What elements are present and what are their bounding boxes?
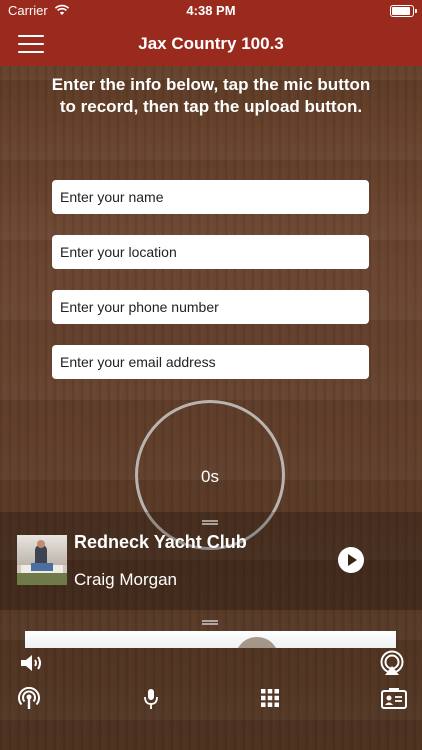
play-icon[interactable] bbox=[338, 547, 364, 573]
airplay-icon[interactable] bbox=[379, 650, 405, 676]
battery-icon bbox=[390, 5, 417, 17]
grid-icon[interactable] bbox=[261, 689, 279, 707]
page-title: Jax Country 100.3 bbox=[138, 34, 284, 53]
location-field[interactable] bbox=[52, 235, 369, 269]
instructions-text: Enter the info below, tap the mic button… bbox=[51, 75, 371, 116]
drag-handle-icon[interactable] bbox=[202, 520, 218, 525]
tray-drag-handle-icon[interactable] bbox=[202, 620, 218, 625]
tray-banner-image[interactable] bbox=[25, 631, 396, 648]
clock: 4:38 PM bbox=[186, 3, 236, 18]
volume-icon[interactable] bbox=[19, 652, 45, 674]
email-field[interactable] bbox=[52, 345, 369, 379]
track-artist: Craig Morgan bbox=[74, 570, 177, 589]
status-bar: Carrier 4:38 PM bbox=[0, 0, 422, 22]
podcast-icon[interactable] bbox=[18, 686, 40, 711]
record-timer: 0s bbox=[201, 467, 219, 486]
phone-field[interactable] bbox=[52, 290, 369, 324]
nav-bar: Jax Country 100.3 bbox=[0, 22, 422, 66]
album-art bbox=[17, 535, 67, 585]
name-field[interactable] bbox=[52, 180, 369, 214]
mic-icon[interactable] bbox=[142, 688, 160, 710]
track-title: Redneck Yacht Club bbox=[74, 532, 247, 552]
contact-card-icon[interactable] bbox=[381, 688, 407, 710]
